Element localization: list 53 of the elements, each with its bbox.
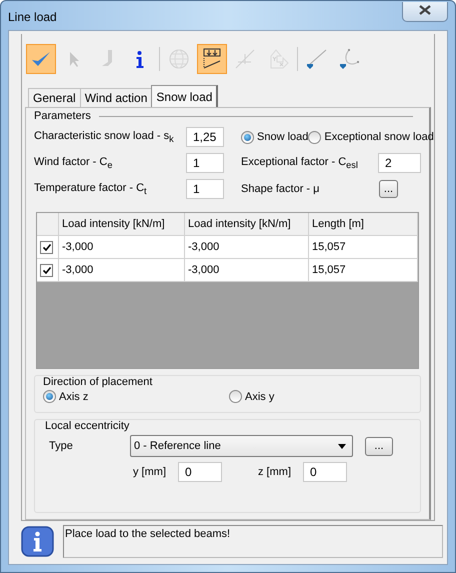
type-dropdown[interactable]: 0 - Reference line: [130, 435, 353, 457]
line-cut-icon: [234, 48, 256, 70]
field-label: Type: [49, 440, 74, 452]
line-load-icon: [306, 48, 328, 70]
field-label: Shape factor - μ: [241, 183, 320, 195]
tab[interactable]: General: [28, 88, 81, 107]
group-title: Direction of placement: [43, 376, 152, 388]
checkmark-icon: [42, 244, 50, 250]
dropdown-arrow-icon: [338, 444, 346, 448]
checkmark-icon: [42, 266, 50, 274]
table-cell: -3,000: [185, 236, 309, 259]
snow-tool-button[interactable]: [197, 44, 227, 74]
temperature-factor-field[interactable]: 1: [186, 179, 224, 199]
field-label: Characteristic snow load - s$_{k}$: [34, 130, 175, 144]
row-checkbox[interactable]: [40, 240, 53, 254]
field-label: y [mm]: [132, 466, 166, 478]
load-type-radio[interactable]: Exceptional snow load: [308, 130, 434, 144]
column-header: Load intensity [kN/m]: [59, 213, 185, 236]
column-header: Length [m]: [309, 213, 418, 236]
table-cell: -3,000: [59, 259, 185, 282]
arc-load-icon: [339, 48, 361, 70]
group-title: Local eccentricity: [45, 420, 130, 432]
table-cell: 15,057: [309, 259, 418, 282]
z-field[interactable]: 0: [303, 462, 347, 482]
close-icon: [419, 5, 431, 15]
snow-load-icon: [201, 48, 223, 70]
direction-radio[interactable]: Axis z: [43, 390, 229, 403]
y-field[interactable]: 0: [178, 462, 222, 482]
status-message: Place load to the selected beams!: [65, 528, 230, 540]
check-tool-button[interactable]: [26, 44, 56, 74]
snow-load-field[interactable]: 1,25: [186, 127, 224, 147]
info-icon: [21, 526, 54, 557]
field-label: Exceptional factor - C$_{esl}$: [241, 156, 358, 170]
shape-factor-button[interactable]: ...: [379, 180, 398, 198]
exceptional-factor-field[interactable]: 2: [378, 153, 421, 173]
column-header: Load intensity [kN/m]: [185, 213, 309, 236]
window-title: Line load: [8, 10, 57, 24]
sphere-icon: [168, 48, 190, 70]
table-cell: -3,000: [59, 236, 185, 259]
wind-factor-field[interactable]: 1: [186, 153, 224, 173]
close-button[interactable]: [402, 2, 448, 22]
info-icon: [136, 50, 144, 68]
field-label: Wind factor - C$_{e}$: [34, 156, 114, 170]
table-cell: 15,057: [309, 236, 418, 259]
field-label: Temperature factor - C$_{t}$: [34, 182, 148, 196]
direction-radio[interactable]: Axis y: [229, 390, 412, 403]
row-checkbox[interactable]: [40, 264, 53, 276]
group-title: Parameters: [34, 110, 91, 122]
table-cell: -3,000: [185, 259, 309, 282]
field-label: z [mm]: [258, 466, 291, 478]
eccentricity-button[interactable]: ...: [365, 436, 393, 456]
tab[interactable]: Snow load: [151, 85, 218, 107]
load-type-radio[interactable]: Snow load: [241, 130, 308, 144]
